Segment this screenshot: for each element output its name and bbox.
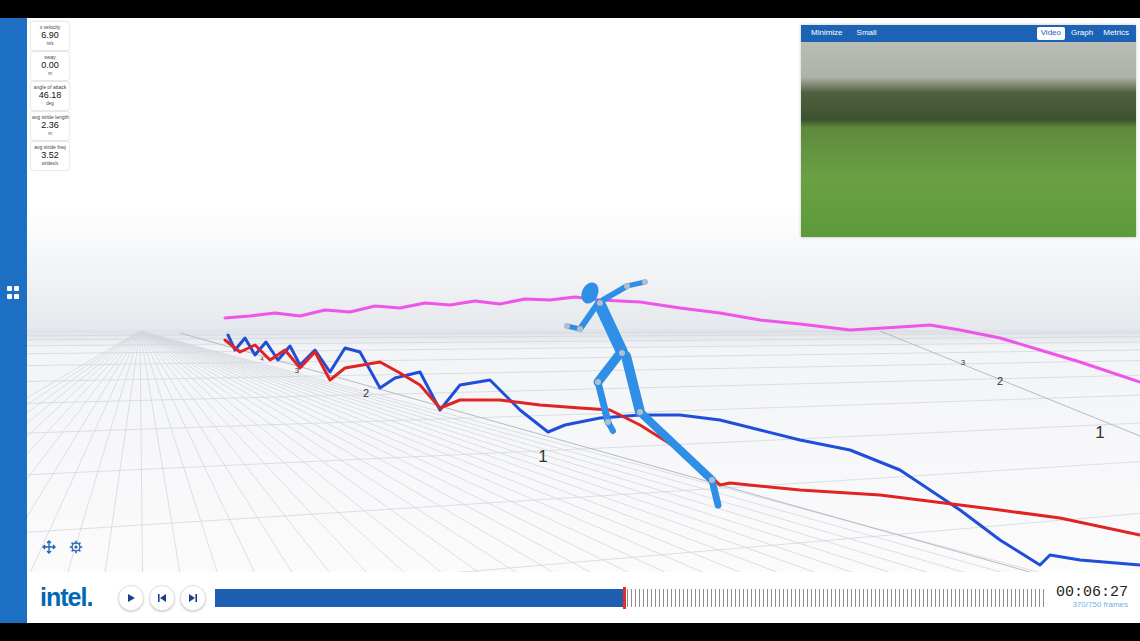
metric-value: 2.36 [32, 120, 68, 131]
metric-label: angle of attack [32, 84, 68, 90]
step-forward-icon [188, 593, 198, 603]
frame-counter: 370/750 frames [1056, 601, 1128, 610]
step-back-icon [157, 593, 167, 603]
metric-card: angle of attack46.18deg [31, 82, 69, 110]
metric-unit: m/s [32, 41, 68, 46]
metric-value: 46.18 [32, 90, 68, 101]
trajectory-line [225, 340, 1140, 535]
metric-value: 3.52 [32, 150, 68, 161]
metric-unit: m [32, 71, 68, 76]
intel-logo: intel. [40, 585, 102, 610]
scene-view[interactable]: 1234123 x velocity6.90m/ssway0.00mangle … [27, 18, 1140, 572]
side-strip [0, 18, 27, 623]
metric-label: avg stride length [32, 114, 68, 120]
panel-tab[interactable]: Graph [1067, 27, 1097, 40]
video-frame [801, 42, 1136, 237]
timeline-fill [215, 589, 624, 607]
metric-unit: deg [32, 101, 68, 106]
move-icon[interactable] [42, 540, 56, 554]
metrics-panel: x velocity6.90m/ssway0.00mangle of attac… [31, 22, 69, 170]
metric-card: x velocity6.90m/s [31, 22, 69, 50]
metric-unit: m [32, 131, 68, 136]
video-panel-tabs: VideoGraphMetrics [1037, 27, 1133, 40]
timeline-slider[interactable] [215, 589, 1045, 607]
metric-unit: strides/s [32, 161, 68, 166]
axis-tick: 1 [538, 447, 547, 466]
app-window: 1234123 x velocity6.90m/ssway0.00mangle … [0, 0, 1140, 641]
step-back-button[interactable] [149, 585, 175, 611]
axis-tick: 2 [363, 387, 369, 399]
metric-card: sway0.00m [31, 52, 69, 80]
time-readout: 00:06:27 [1056, 585, 1128, 602]
video-panel: Minimize Small VideoGraphMetrics [801, 25, 1136, 237]
axis-tick: 1 [1095, 423, 1104, 442]
play-icon [126, 593, 136, 603]
metric-label: x velocity [32, 24, 68, 30]
gear-icon[interactable] [69, 540, 83, 554]
metric-label: avg stride freq [32, 144, 68, 150]
panel-size-button[interactable]: Minimize [807, 27, 847, 40]
metric-value: 0.00 [32, 60, 68, 71]
axis-tick: 2 [997, 375, 1003, 387]
metric-label: sway [32, 54, 68, 60]
video-panel-header: Minimize Small VideoGraphMetrics [801, 25, 1136, 42]
play-button[interactable] [118, 585, 144, 611]
panel-tab[interactable]: Metrics [1099, 27, 1133, 40]
axis-tick: 3 [961, 358, 966, 367]
axis-tick: 4 [260, 356, 264, 362]
trajectory-line [228, 335, 1140, 565]
runner-figure [564, 279, 718, 505]
metric-card: avg stride freq3.52strides/s [31, 142, 69, 170]
step-forward-button[interactable] [180, 585, 206, 611]
playback-bar: intel. 00:06:27 370/750 frames [27, 572, 1140, 623]
metric-value: 6.90 [32, 30, 68, 41]
panel-tab[interactable]: Video [1037, 27, 1065, 40]
trajectory-line [225, 297, 1140, 382]
grid-menu-icon[interactable] [7, 286, 20, 299]
panel-size-button[interactable]: Small [853, 27, 881, 40]
metric-card: avg stride length2.36m [31, 112, 69, 140]
floor-grid [27, 331, 1140, 572]
timeline-handle[interactable] [623, 587, 626, 609]
